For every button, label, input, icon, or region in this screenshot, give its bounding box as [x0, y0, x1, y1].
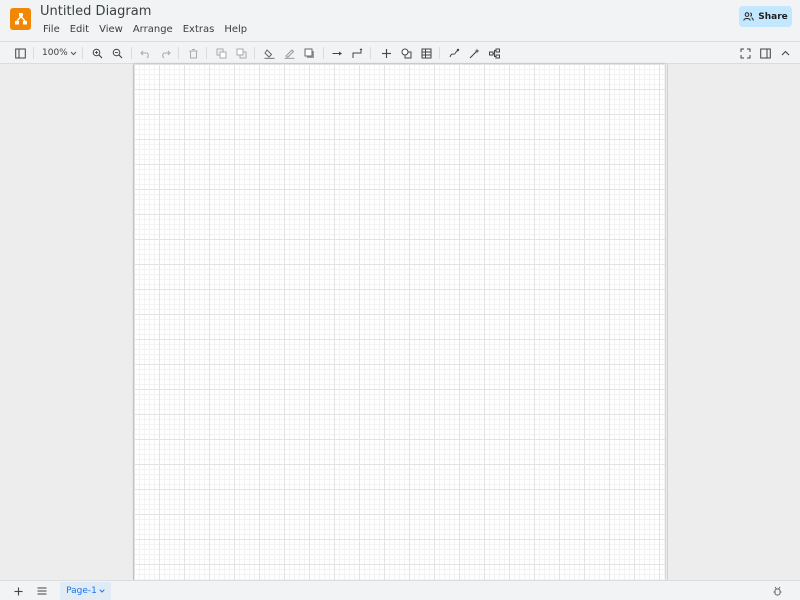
undo-icon[interactable]: [137, 45, 153, 61]
menu-bar: File Edit View Arrange Extras Help: [38, 23, 252, 37]
plus-icon[interactable]: [11, 584, 25, 598]
redo-icon[interactable]: [157, 45, 173, 61]
people-icon: [743, 12, 754, 21]
document-title[interactable]: Untitled Diagram: [40, 4, 151, 19]
toolbar-divider: [206, 47, 207, 59]
shapes-sidebar: [0, 64, 134, 580]
chevron-down-icon: [70, 51, 77, 55]
shadow-icon[interactable]: [301, 45, 317, 61]
magic-icon[interactable]: [466, 45, 482, 61]
toolbar-divider: [323, 47, 324, 59]
freehand-icon[interactable]: [446, 45, 462, 61]
toolbar-divider: [33, 47, 34, 59]
toolbar-divider: [178, 47, 179, 59]
toolbar-divider: [439, 47, 440, 59]
toolbar-divider: [254, 47, 255, 59]
menu-file[interactable]: File: [38, 23, 65, 37]
fullscreen-icon[interactable]: [737, 45, 753, 61]
zoom-value: 100%: [42, 48, 68, 58]
format-panel-icon[interactable]: [757, 45, 773, 61]
menu-view[interactable]: View: [94, 23, 128, 37]
app-header: Untitled Diagram File Edit View Arrange …: [0, 0, 800, 41]
delete-icon[interactable]: [185, 45, 201, 61]
to-back-icon[interactable]: [233, 45, 249, 61]
diagram-canvas[interactable]: [134, 64, 665, 580]
format-panel: [667, 64, 800, 580]
layout-icon[interactable]: [486, 45, 502, 61]
page-tab[interactable]: Page-1: [60, 582, 111, 600]
waypoints-icon[interactable]: [349, 45, 365, 61]
share-button[interactable]: Share: [739, 6, 792, 27]
drawio-logo-icon[interactable]: [10, 8, 31, 30]
menu-arrange[interactable]: Arrange: [128, 23, 178, 37]
sidebar-toggle-icon[interactable]: [12, 45, 28, 61]
toolbar-divider: [82, 47, 83, 59]
line-color-icon[interactable]: [281, 45, 297, 61]
to-front-icon[interactable]: [213, 45, 229, 61]
menu-extras[interactable]: Extras: [178, 23, 220, 37]
zoom-dropdown[interactable]: 100%: [42, 46, 77, 60]
menu-icon[interactable]: [35, 584, 49, 598]
page-tab-label: Page-1: [66, 586, 97, 596]
toolbar-divider: [370, 47, 371, 59]
fill-color-icon[interactable]: [261, 45, 277, 61]
connection-icon[interactable]: [329, 45, 345, 61]
shapes-icon[interactable]: [398, 45, 414, 61]
insert-icon[interactable]: [378, 45, 394, 61]
bug-icon[interactable]: [770, 584, 784, 598]
share-label: Share: [758, 11, 788, 22]
menu-edit[interactable]: Edit: [65, 23, 94, 37]
menu-help[interactable]: Help: [219, 23, 252, 37]
zoom-in-icon[interactable]: [89, 45, 105, 61]
toolbar-divider: [131, 47, 132, 59]
toolbar: 100%: [0, 41, 800, 64]
zoom-out-icon[interactable]: [109, 45, 125, 61]
page-footer: Page-1: [0, 580, 800, 600]
chevron-down-icon[interactable]: [99, 589, 105, 593]
table-icon[interactable]: [418, 45, 434, 61]
collapse-icon[interactable]: [777, 45, 793, 61]
